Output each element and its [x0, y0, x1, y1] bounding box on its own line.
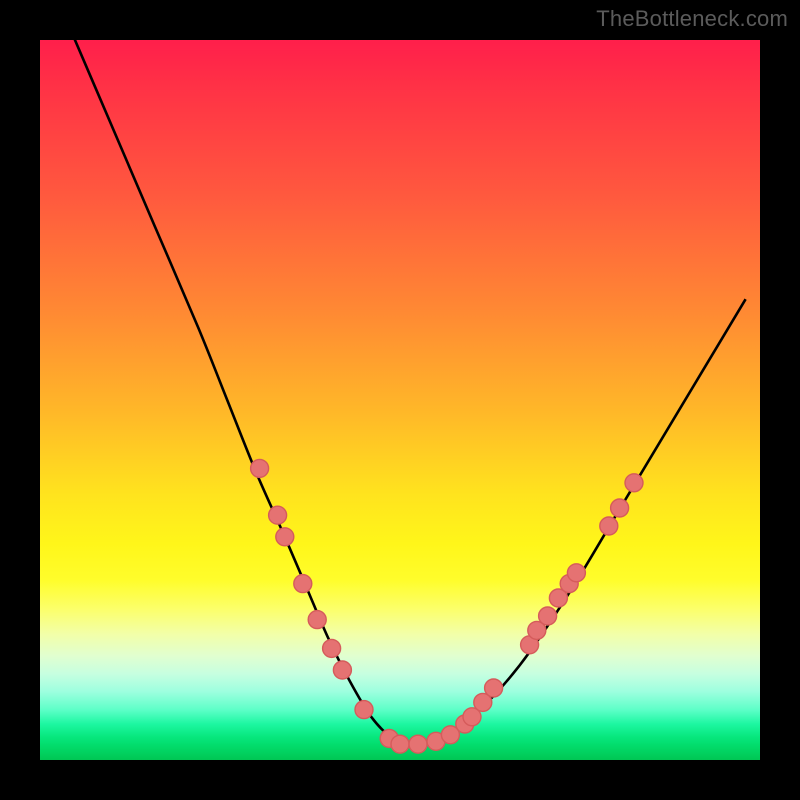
marker-point: [567, 564, 585, 582]
marker-point: [625, 474, 643, 492]
chart-svg: [40, 40, 760, 760]
marker-point: [611, 499, 629, 517]
marker-point: [485, 679, 503, 697]
marker-point: [294, 575, 312, 593]
marker-point: [355, 701, 373, 719]
marker-point: [323, 639, 341, 657]
watermark-text: TheBottleneck.com: [596, 6, 788, 32]
marker-point: [308, 611, 326, 629]
marker-point: [269, 506, 287, 524]
bottleneck-curve: [69, 40, 746, 746]
chart-frame: TheBottleneck.com: [0, 0, 800, 800]
marker-point: [251, 459, 269, 477]
marker-point: [600, 517, 618, 535]
marker-group: [251, 459, 643, 753]
marker-point: [539, 607, 557, 625]
marker-point: [391, 735, 409, 753]
marker-point: [333, 661, 351, 679]
plot-area: [40, 40, 760, 760]
marker-point: [276, 528, 294, 546]
marker-point: [409, 735, 427, 753]
